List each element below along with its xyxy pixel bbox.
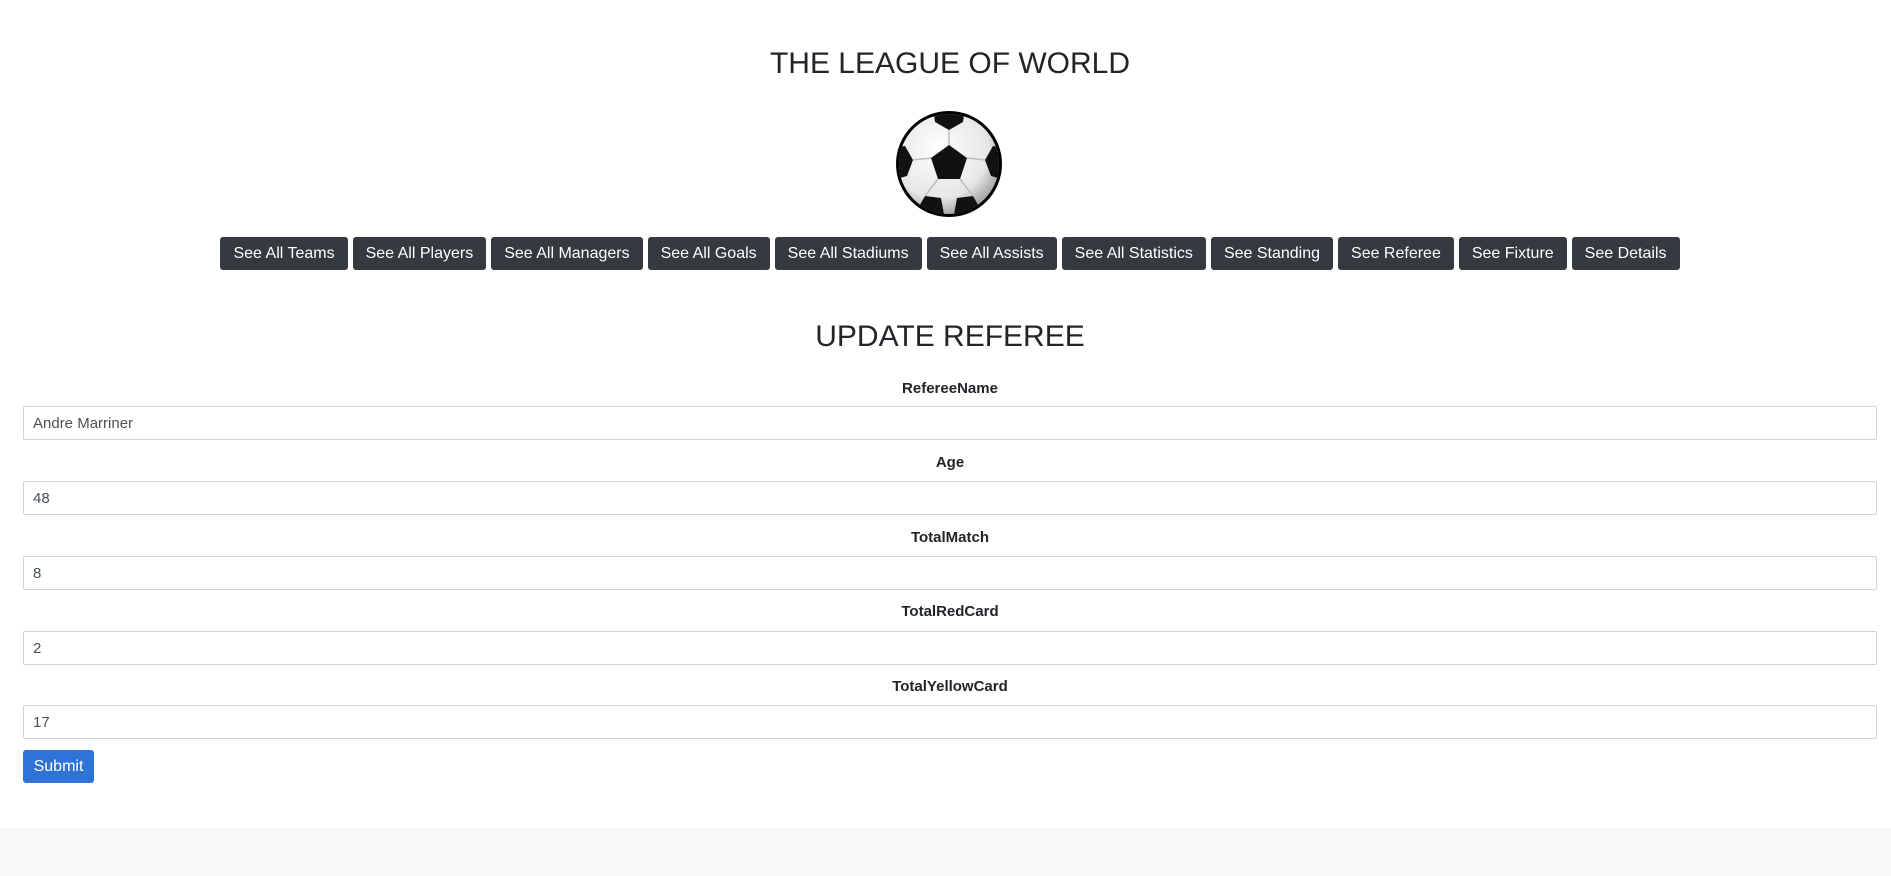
footer (0, 828, 1891, 876)
soccer-ball-icon (896, 111, 1002, 217)
nav-see-all-assists-button[interactable]: See All Assists (926, 237, 1057, 270)
nav-see-all-managers-button[interactable]: See All Managers (491, 237, 643, 270)
nav-see-all-stadiums-button[interactable]: See All Stadiums (774, 237, 922, 270)
total-red-card-input[interactable] (23, 631, 1877, 665)
site-title: THE LEAGUE OF WORLD (769, 47, 1131, 80)
total-match-label: TotalMatch (910, 529, 990, 546)
nav-see-all-players-button[interactable]: See All Players (352, 237, 487, 270)
nav-see-fixture-button[interactable]: See Fixture (1458, 237, 1567, 270)
nav-see-referee-button[interactable]: See Referee (1338, 237, 1454, 270)
nav-see-all-goals-button[interactable]: See All Goals (647, 237, 770, 270)
nav-see-details-button[interactable]: See Details (1571, 237, 1680, 270)
main-nav: See All Teams See All Players See All Mana… (0, 237, 1891, 270)
page-content: THE LEAGUE OF WORLD See All Teams See Al… (0, 0, 1891, 828)
form-title: UPDATE REFEREE (815, 320, 1085, 353)
total-red-card-label: TotalRedCard (901, 603, 999, 620)
nav-see-all-teams-button[interactable]: See All Teams (220, 237, 348, 270)
referee-name-input[interactable] (23, 406, 1877, 440)
total-match-input[interactable] (23, 556, 1877, 590)
total-yellow-card-input[interactable] (23, 705, 1877, 739)
submit-button[interactable]: Submit (23, 750, 94, 783)
total-yellow-card-label: TotalYellowCard (892, 678, 1008, 695)
nav-see-standing-button[interactable]: See Standing (1210, 237, 1334, 270)
age-input[interactable] (23, 481, 1877, 515)
nav-see-all-statistics-button[interactable]: See All Statistics (1061, 237, 1206, 270)
age-label: Age (935, 454, 965, 471)
referee-name-label: RefereeName (902, 380, 998, 397)
